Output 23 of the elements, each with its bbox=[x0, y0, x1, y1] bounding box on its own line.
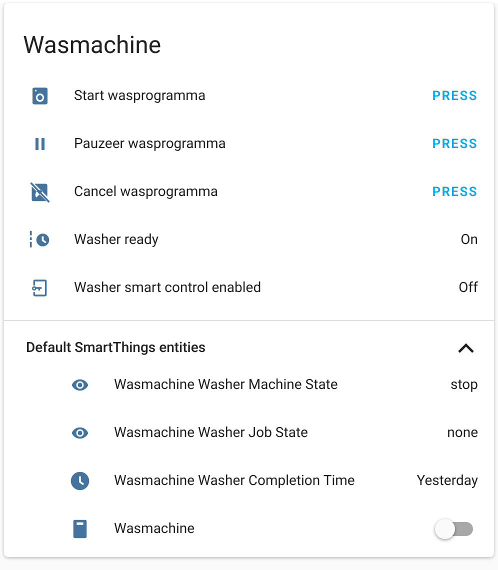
washing-machine-icon bbox=[30, 85, 50, 107]
entity-name: Cancel wasprogramma bbox=[74, 184, 220, 200]
state-value: On bbox=[460, 232, 478, 248]
washing-machine-off-icon bbox=[29, 181, 51, 203]
state-value: none bbox=[447, 425, 478, 441]
entity-name: Wasmachine Washer Job State bbox=[114, 425, 309, 441]
clock-icon bbox=[69, 470, 91, 492]
press-button[interactable]: PRESS bbox=[424, 178, 478, 206]
press-button[interactable]: PRESS bbox=[424, 82, 478, 110]
entity-name: Washer smart control enabled bbox=[74, 280, 262, 296]
entity-name: Start wasprogramma bbox=[74, 88, 207, 104]
state-value: Yesterday bbox=[416, 473, 478, 489]
state-value: Off bbox=[458, 280, 478, 296]
entity-name: Wasmachine bbox=[114, 521, 196, 537]
press-button[interactable]: PRESS bbox=[424, 130, 478, 158]
entity-name: Pauzeer wasprogramma bbox=[74, 136, 227, 152]
section-title: Default SmartThings entities bbox=[26, 340, 206, 356]
toggle-switch[interactable] bbox=[437, 518, 475, 540]
entity-name: Washer ready bbox=[74, 232, 160, 248]
entity-name: Wasmachine Washer Machine State bbox=[114, 377, 339, 393]
state-value: stop bbox=[450, 377, 478, 393]
entity-name: Wasmachine Washer Completion Time bbox=[114, 473, 356, 489]
card-title: Wasmachine bbox=[22, 30, 162, 61]
